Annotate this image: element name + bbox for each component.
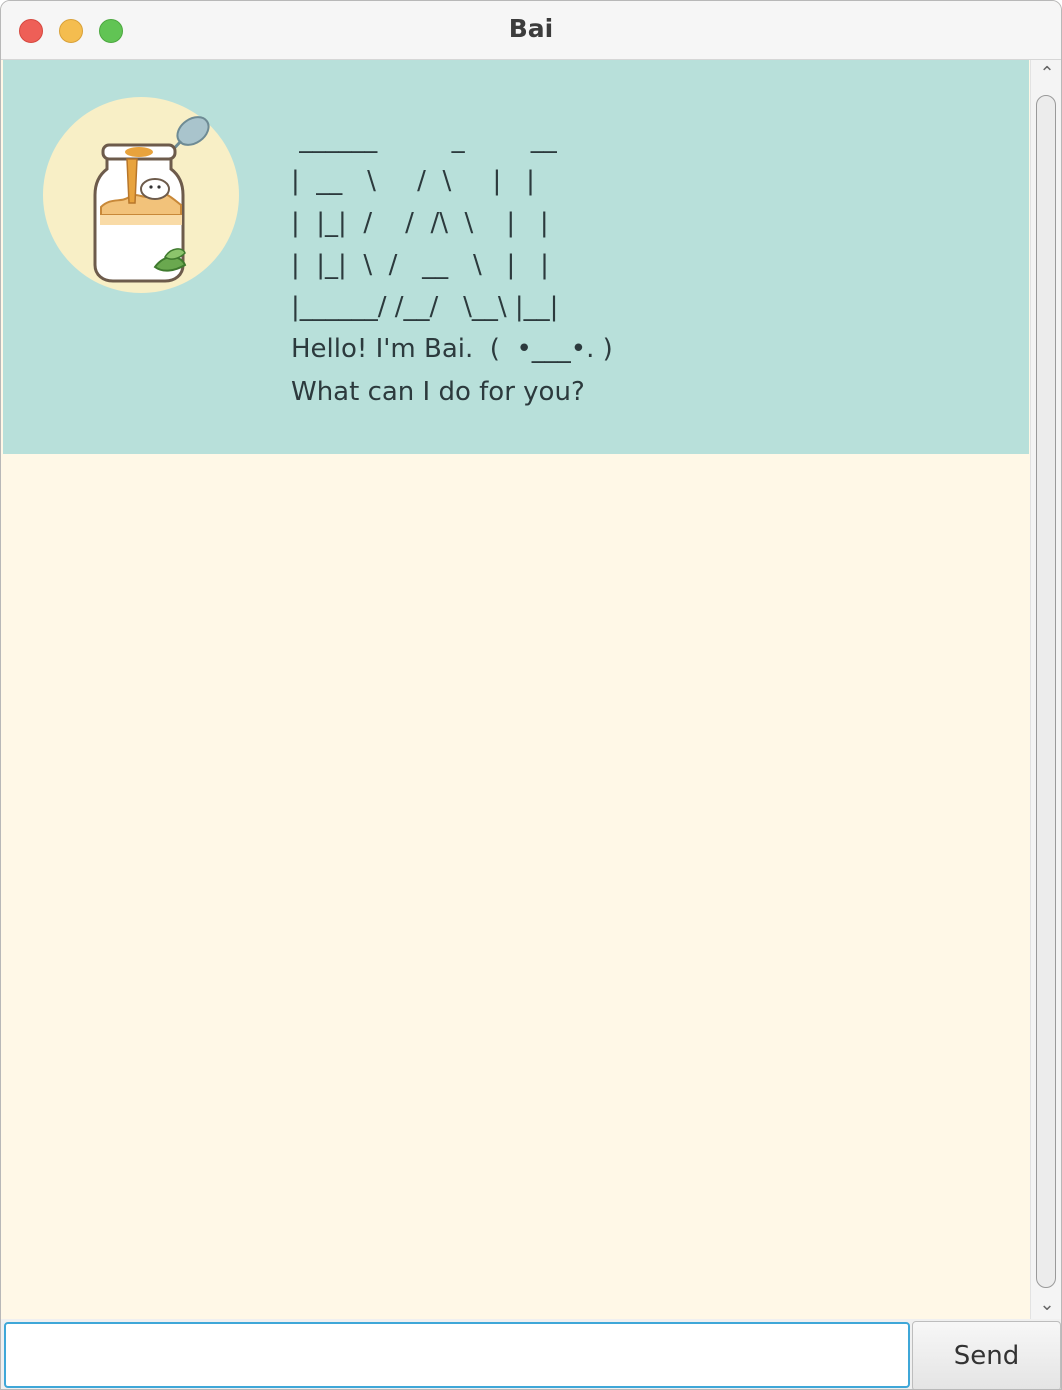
window-title: Bai (508, 14, 554, 43)
vertical-scrollbar[interactable]: ⌃ ⌄ (1030, 60, 1061, 1319)
scroll-down-icon[interactable]: ⌄ (1037, 1295, 1057, 1315)
send-button[interactable]: Send (912, 1321, 1061, 1389)
prompt-text: What can I do for you? (291, 377, 585, 407)
message-input[interactable] (4, 1322, 910, 1388)
app-window: Bai ______ _ __ | __ \ / \ | | | |_| / /… (0, 0, 1062, 1390)
ascii-line: | |_| \ / __ \ | | (291, 250, 549, 280)
scrollbar-thumb[interactable] (1036, 95, 1056, 1288)
ascii-line: | |_| / / /\ \ | | (291, 208, 549, 238)
title-bar: Bai (1, 1, 1061, 60)
ascii-line: |______/ /__/ \__\ |__| (291, 292, 559, 322)
scroll-up-icon[interactable]: ⌃ (1037, 64, 1057, 84)
bot-dialog-box: ______ _ __ | __ \ / \ | | | |_| / / /\ … (3, 60, 1029, 454)
bot-message: ______ _ __ | __ \ / \ | | | |_| / / /\ … (291, 118, 613, 414)
input-bar: Send (1, 1319, 1061, 1389)
greeting-text: Hello! I'm Bai. ( •___•. ) (291, 334, 613, 364)
ascii-line: | __ \ / \ | | (291, 166, 535, 196)
pudding-jar-icon (43, 97, 239, 293)
ascii-banner: ______ _ __ | __ \ / \ | | | |_| / / /\ … (291, 118, 613, 328)
ascii-line: ______ _ __ (291, 124, 557, 154)
chat-scroll-area[interactable]: ______ _ __ | __ \ / \ | | | |_| / / /\ … (3, 60, 1029, 1319)
